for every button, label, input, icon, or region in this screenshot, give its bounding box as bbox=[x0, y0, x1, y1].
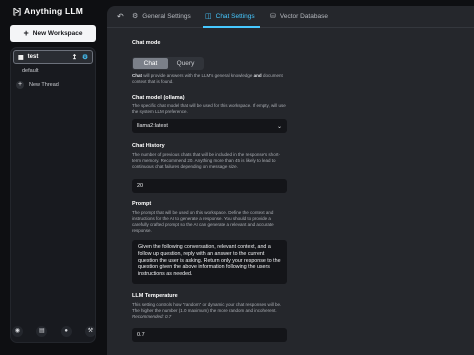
sidebar-footer: ◉ ▤ ● ⚒ bbox=[12, 326, 96, 337]
tab-general-settings[interactable]: ⚙ General Settings bbox=[132, 12, 191, 21]
chat-model-description: The specific chat model that will be use… bbox=[132, 103, 286, 114]
chat-mode-title: Chat mode bbox=[132, 40, 161, 46]
settings-tabs: ↶ ⚙ General Settings ◫ Chat Settings ⛁ V… bbox=[107, 6, 474, 28]
chat-history-description: The number of previous chats that will b… bbox=[132, 152, 280, 169]
plus-icon: + bbox=[23, 28, 29, 38]
chat-history-input[interactable]: 20 bbox=[132, 179, 287, 193]
plus-icon: + bbox=[16, 81, 24, 89]
llm-temperature-input[interactable]: 0.7 bbox=[132, 328, 287, 342]
anything-llm-logo-icon: [>] bbox=[13, 6, 21, 16]
new-thread-button[interactable]: + New Thread bbox=[16, 81, 59, 89]
tab-chat-settings[interactable]: ◫ Chat Settings bbox=[205, 12, 255, 21]
gear-icon[interactable]: ⚙ bbox=[82, 53, 88, 61]
tab-vector-database[interactable]: ⛁ Vector Database bbox=[270, 12, 328, 21]
gear-icon: ⚙ bbox=[132, 13, 139, 20]
workspace-name: test bbox=[27, 54, 39, 60]
prompt-description: The prompt that will be used on this wor… bbox=[132, 210, 274, 233]
github-icon[interactable]: ◉ bbox=[12, 326, 23, 337]
workspace-item-test[interactable]: ▦ test ↥ ⚙ bbox=[13, 50, 93, 64]
chat-model-select[interactable]: llama2:latest ⌄ bbox=[132, 119, 287, 133]
llm-temperature-description: This setting controls how "random" or dy… bbox=[132, 302, 282, 319]
app-brand: [>] Anything LLM bbox=[13, 6, 83, 16]
active-tab-indicator bbox=[203, 26, 260, 28]
discord-icon[interactable]: ● bbox=[60, 326, 72, 337]
workspace-list: ▦ test ↥ ⚙ default + New Thread bbox=[10, 47, 96, 343]
chat-mode-query-button[interactable]: Query bbox=[168, 58, 203, 69]
new-workspace-button[interactable]: + New Workspace bbox=[10, 25, 96, 42]
prompt-textarea[interactable]: Given the following conversation, releva… bbox=[132, 240, 287, 284]
app-name: Anything LLM bbox=[24, 6, 84, 16]
llm-temperature-title: LLM Temperature bbox=[132, 293, 178, 299]
thread-item-default[interactable]: default bbox=[22, 68, 39, 74]
chat-mode-toggle: Chat Query bbox=[132, 57, 204, 70]
settings-panel: ↶ ⚙ General Settings ◫ Chat Settings ⛁ V… bbox=[107, 6, 474, 355]
chat-bubble-icon: ◫ bbox=[205, 13, 212, 20]
sidebar: [>] Anything LLM + New Workspace ▦ test … bbox=[0, 0, 104, 355]
chat-model-title: Chat model (ollama) bbox=[132, 95, 185, 101]
chat-history-title: Chat History bbox=[132, 143, 165, 149]
grid-icon: ▦ bbox=[18, 54, 24, 61]
prompt-title: Prompt bbox=[132, 201, 152, 207]
back-arrow-icon[interactable]: ↶ bbox=[117, 12, 124, 21]
chat-mode-description: Chat will provide answers with the LLM's… bbox=[132, 73, 283, 84]
database-icon: ⛁ bbox=[270, 13, 276, 20]
book-icon[interactable]: ▤ bbox=[36, 326, 48, 337]
wrench-icon[interactable]: ⚒ bbox=[84, 326, 96, 337]
upload-icon[interactable]: ↥ bbox=[72, 53, 77, 61]
chevron-down-icon: ⌄ bbox=[276, 123, 282, 130]
chat-mode-chat-button[interactable]: Chat bbox=[133, 58, 168, 69]
